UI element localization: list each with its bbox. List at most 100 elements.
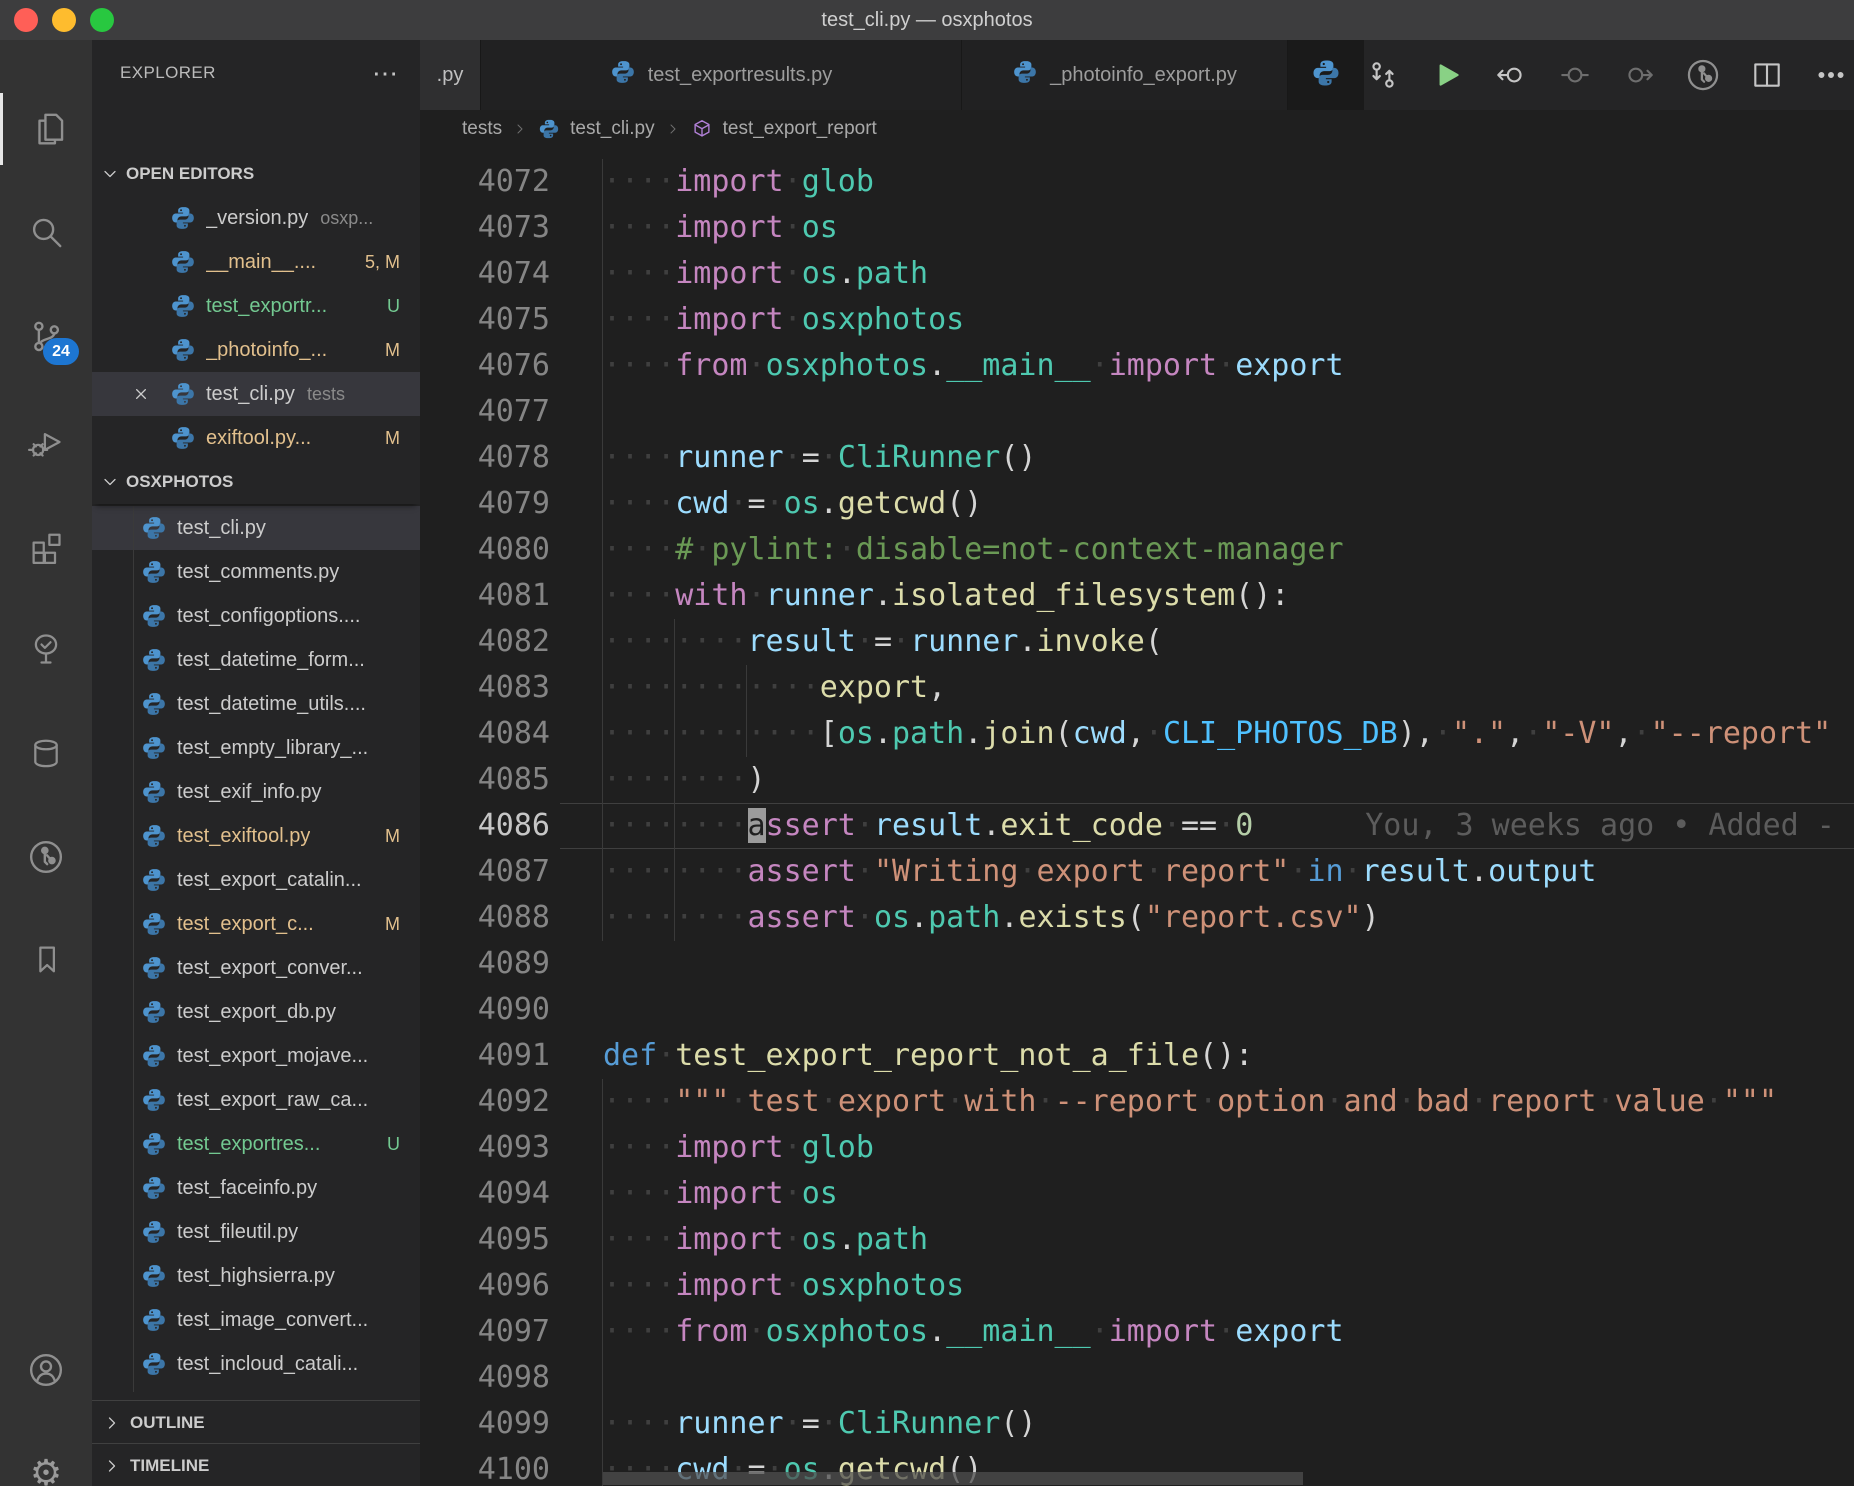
open-editor-item[interactable]: _version.pyosxp... (92, 196, 420, 240)
tree-item[interactable]: test_export_db.py (92, 990, 420, 1034)
database-icon[interactable] (0, 718, 92, 790)
line-number[interactable]: 4076 (420, 343, 550, 389)
tree-icon[interactable] (0, 613, 92, 685)
navigate-back-icon[interactable] (1493, 57, 1529, 93)
line-number[interactable]: 4072 (420, 159, 550, 205)
code-line[interactable]: 4074····import·os.path (420, 251, 1854, 297)
split-editor-icon[interactable] (1749, 57, 1785, 93)
code-line[interactable]: 4077 (420, 389, 1854, 435)
code-line[interactable]: 4089 (420, 941, 1854, 987)
code-line[interactable]: 4080····#·pylint:·disable=not-context-ma… (420, 527, 1854, 573)
line-number[interactable]: 4096 (420, 1263, 550, 1309)
open-editor-item[interactable]: __main__....5, M (92, 240, 420, 284)
tree-item[interactable]: test_export_conver... (92, 946, 420, 990)
line-number[interactable]: 4086 (420, 803, 550, 849)
line-number[interactable]: 4094 (420, 1171, 550, 1217)
code-line[interactable]: 4094····import·os (420, 1171, 1854, 1217)
run-debug-icon[interactable] (0, 406, 92, 478)
code-line[interactable]: 4096····import·osxphotos (420, 1263, 1854, 1309)
code-line[interactable]: 4079····cwd·=·os.getcwd() (420, 481, 1854, 527)
breadcrumb-file[interactable]: test_cli.py (570, 118, 654, 140)
extensions-icon[interactable] (0, 510, 92, 582)
line-number[interactable]: 4085 (420, 757, 550, 803)
code-line[interactable]: 4081····with·runner.isolated_filesystem(… (420, 573, 1854, 619)
line-number[interactable]: 4097 (420, 1309, 550, 1355)
line-number[interactable]: 4082 (420, 619, 550, 665)
line-number[interactable]: 4078 (420, 435, 550, 481)
code-line[interactable]: 4097····from·osxphotos.__main__·import·e… (420, 1309, 1854, 1355)
line-number[interactable]: 4100 (420, 1447, 550, 1486)
line-number[interactable]: 4073 (420, 205, 550, 251)
tree-item[interactable]: test_faceinfo.py (92, 1166, 420, 1210)
open-editor-item[interactable]: exiftool.py...M (92, 416, 420, 460)
more-actions-icon[interactable] (1813, 57, 1849, 93)
open-editors-header[interactable]: OPEN EDITORS (92, 152, 420, 196)
code-line[interactable]: 4092····"""·test·export·with·--report·op… (420, 1079, 1854, 1125)
line-number[interactable]: 4091 (420, 1033, 550, 1079)
open-editor-item[interactable]: test_exportr...U (92, 284, 420, 328)
line-number[interactable]: 4098 (420, 1355, 550, 1401)
line-number[interactable]: 4081 (420, 573, 550, 619)
gitlens-graph-icon[interactable] (1685, 57, 1721, 93)
navigate-forward-icon[interactable] (1621, 57, 1657, 93)
horizontal-scrollbar[interactable] (603, 1472, 1303, 1485)
close-icon[interactable] (130, 383, 152, 405)
timeline-section-header[interactable]: TIMELINE (92, 1443, 420, 1486)
open-editor-item[interactable]: _photoinfo_...M (92, 328, 420, 372)
tree-item[interactable]: test_highsierra.py (92, 1254, 420, 1298)
line-number[interactable]: 4087 (420, 849, 550, 895)
project-section-header[interactable]: OSXPHOTOS (92, 460, 420, 504)
tree-item[interactable]: test_image_convert... (92, 1298, 420, 1342)
tree-item[interactable]: test_datetime_utils.... (92, 682, 420, 726)
account-icon[interactable] (0, 1334, 92, 1406)
explorer-icon[interactable] (0, 93, 95, 165)
breadcrumb-symbol[interactable]: test_export_report (723, 118, 877, 140)
line-number[interactable]: 4092 (420, 1079, 550, 1125)
line-number[interactable]: 4084 (420, 711, 550, 757)
line-number[interactable]: 4093 (420, 1125, 550, 1171)
line-number[interactable]: 4099 (420, 1401, 550, 1447)
tab-test-cli-partial[interactable]: .py (420, 40, 481, 110)
tree-item[interactable]: test_empty_library_... (92, 726, 420, 770)
code-editor[interactable]: 4072····import·glob4073····import·os4074… (420, 148, 1854, 1486)
tree-item[interactable]: test_datetime_form... (92, 638, 420, 682)
gitlens-icon[interactable] (0, 821, 92, 893)
line-number[interactable]: 4083 (420, 665, 550, 711)
code-line[interactable]: 4073····import·os (420, 205, 1854, 251)
open-editor-item[interactable]: test_cli.pytests (92, 372, 420, 416)
code-line[interactable]: 4088········assert·os.path.exists("repor… (420, 895, 1854, 941)
navigate-current-icon[interactable] (1557, 57, 1593, 93)
explorer-more-actions-icon[interactable]: ⋯ (372, 40, 398, 106)
tree-item[interactable]: test_comments.py (92, 550, 420, 594)
python-interpreter-button[interactable] (1288, 40, 1364, 110)
code-line[interactable]: 4078····runner·=·CliRunner() (420, 435, 1854, 481)
code-line[interactable]: 4085········) (420, 757, 1854, 803)
tree-item[interactable]: test_incloud_catali... (92, 1342, 420, 1386)
tree-item[interactable]: test_export_c...M (92, 902, 420, 946)
tab-test-exportresults[interactable]: test_exportresults.py (481, 40, 962, 110)
run-file-icon[interactable] (1429, 57, 1465, 93)
code-line[interactable]: 4090 (420, 987, 1854, 1033)
code-line[interactable]: 4072····import·glob (420, 159, 1854, 205)
compare-changes-icon[interactable] (1365, 57, 1401, 93)
settings-gear-icon[interactable]: ⚙ (0, 1438, 92, 1486)
line-number[interactable]: 4080 (420, 527, 550, 573)
tree-item[interactable]: test_export_mojave... (92, 1034, 420, 1078)
tree-item[interactable]: test_cli.py (92, 506, 420, 550)
line-number[interactable]: 4077 (420, 389, 550, 435)
code-line[interactable]: 4086········assert·result.exit_code·==·0… (420, 803, 1854, 849)
code-line[interactable]: 4093····import·glob (420, 1125, 1854, 1171)
line-number[interactable]: 4079 (420, 481, 550, 527)
bookmarks-icon[interactable] (0, 924, 92, 996)
code-line[interactable]: 4095····import·os.path (420, 1217, 1854, 1263)
line-number[interactable]: 4088 (420, 895, 550, 941)
line-number[interactable]: 4095 (420, 1217, 550, 1263)
code-line[interactable]: 4083············export, (420, 665, 1854, 711)
tree-item[interactable]: test_export_raw_ca... (92, 1078, 420, 1122)
source-control-icon[interactable]: 24 (0, 301, 92, 373)
tree-item[interactable]: test_configoptions.... (92, 594, 420, 638)
tree-item[interactable]: test_fileutil.py (92, 1210, 420, 1254)
breadcrumb-tests[interactable]: tests (462, 118, 502, 140)
code-line[interactable]: 4087········assert·"Writing·export·repor… (420, 849, 1854, 895)
line-number[interactable]: 4074 (420, 251, 550, 297)
